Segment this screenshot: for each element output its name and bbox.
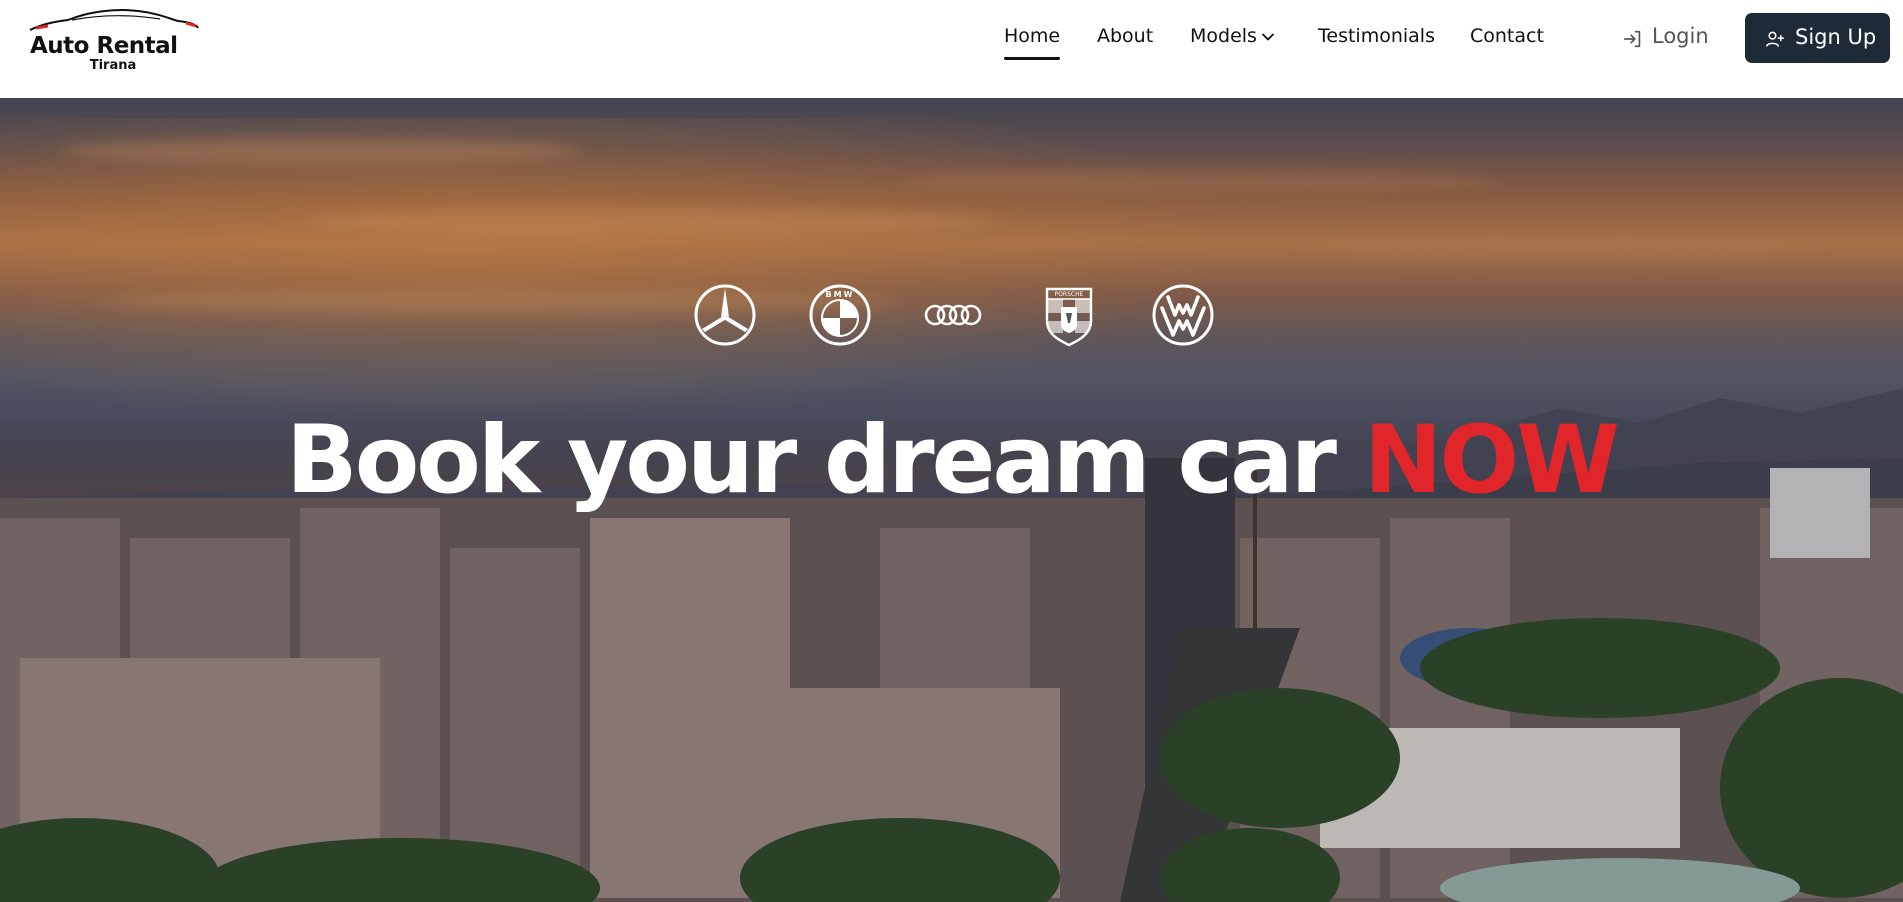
headline-accent-text: NOW (1363, 406, 1620, 515)
audi-logo-icon[interactable] (922, 283, 986, 347)
chevron-down-icon[interactable] (1260, 29, 1276, 45)
signup-label: Sign Up (1795, 25, 1877, 49)
site-logo[interactable]: Auto Rental Tirana (28, 6, 200, 73)
bmw-letters: BMW (826, 290, 855, 299)
hero-section: BMW PORSCHE Book your dream car NOW (0, 98, 1903, 902)
login-icon (1623, 30, 1641, 48)
porsche-logo-icon[interactable]: PORSCHE (1037, 283, 1101, 347)
logo-title: Auto Rental (30, 33, 178, 59)
car-silhouette-icon (29, 9, 199, 31)
site-header: Auto Rental Tirana Home About Models Tes… (0, 0, 1903, 98)
signup-button[interactable]: Sign Up (1745, 13, 1890, 63)
nav-testimonials[interactable]: Testimonials (1318, 25, 1435, 47)
nav-about[interactable]: About (1097, 25, 1153, 47)
logo-subtitle: Tirana (89, 58, 137, 73)
hero-headline: Book your dream car NOW (0, 406, 1903, 516)
brand-logos-row: BMW PORSCHE (0, 283, 1903, 349)
headline-main-text: Book your dream car (286, 406, 1364, 515)
login-label: Login (1652, 24, 1709, 48)
nav-models[interactable]: Models (1190, 25, 1257, 47)
bmw-logo-icon[interactable]: BMW (808, 283, 872, 347)
mercedes-benz-logo-icon[interactable] (693, 283, 757, 347)
porsche-letters: PORSCHE (1055, 291, 1084, 298)
nav-home[interactable]: Home (1004, 25, 1061, 60)
user-plus-icon (1765, 31, 1785, 47)
nav-contact[interactable]: Contact (1470, 25, 1544, 47)
volkswagen-logo-icon[interactable] (1151, 283, 1215, 347)
